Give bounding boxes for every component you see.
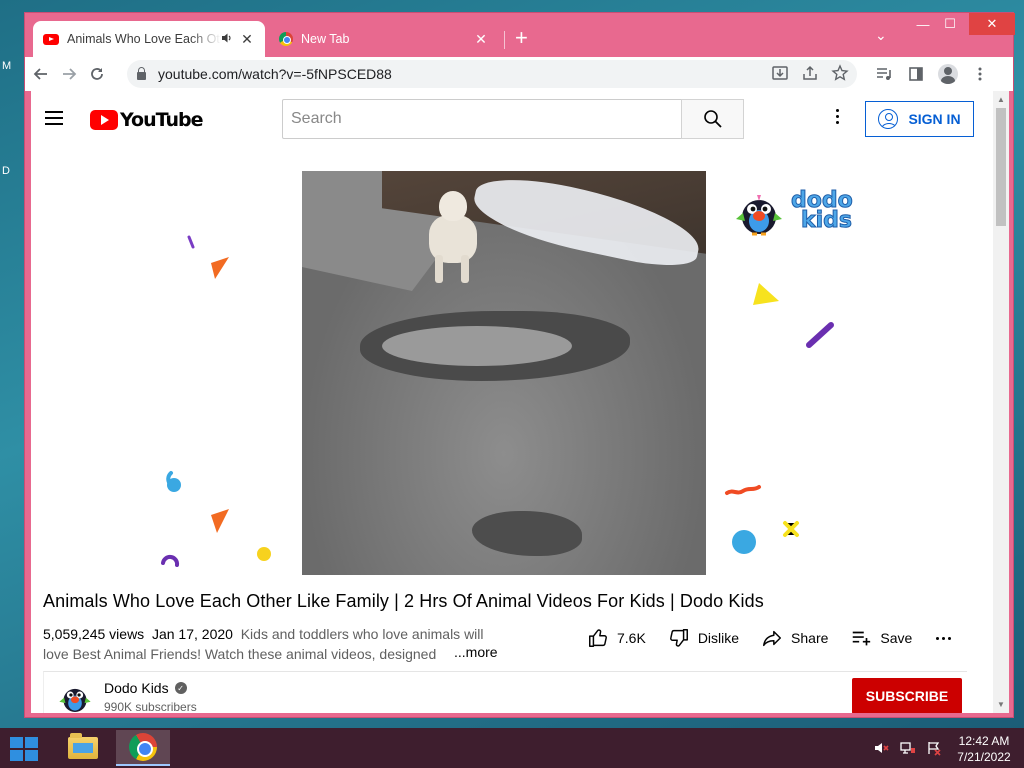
file-explorer-taskbar-button[interactable] — [56, 730, 110, 766]
subscriber-count: 990K subscribers — [104, 700, 197, 713]
browser-menu-icon[interactable] — [966, 60, 994, 88]
tab-close-icon[interactable]: ✕ — [239, 31, 255, 48]
youtube-play-icon — [90, 110, 118, 130]
taskbar: 12:42 AM 7/21/2022 — [0, 728, 1024, 768]
scroll-down-icon[interactable]: ▼ — [997, 700, 1005, 709]
view-count: 5,059,245 views — [43, 626, 145, 642]
like-button[interactable]: 7.6K — [587, 627, 646, 649]
address-bar[interactable]: youtube.com/watch?v=-5fNPSCED88 — [127, 60, 857, 88]
forward-button[interactable] — [55, 60, 83, 88]
youtube-logo-text: YouTube — [120, 109, 203, 131]
browser-window: Animals Who Love Each Other Like Family … — [24, 12, 1015, 718]
upload-date: Jan 17, 2020 — [151, 626, 233, 642]
dodo-kids-watermark: dodo kids — [731, 179, 859, 241]
tab-separator — [504, 31, 505, 49]
browser-toolbar: youtube.com/watch?v=-5fNPSCED88 — [25, 57, 1013, 91]
new-tab-button[interactable]: + — [515, 25, 528, 51]
share-arrow-icon — [763, 630, 782, 647]
dislike-label: Dislike — [697, 630, 740, 646]
youtube-header: YouTube Search SIGN IN — [31, 91, 993, 147]
dodo-kids-wordmark: dodo kids — [791, 188, 854, 233]
dodo-bird-icon — [736, 195, 782, 236]
tab-title: New Tab — [301, 32, 350, 46]
tab-search-icon[interactable]: ⌄ — [875, 27, 887, 44]
goat-figure — [427, 185, 479, 285]
tab-title: Animals Who Love Each Other Like Family … — [67, 32, 221, 46]
search-icon — [703, 110, 722, 128]
folder-icon — [68, 733, 98, 759]
clock-date: 7/21/2022 — [957, 750, 1011, 764]
chrome-favicon-icon — [279, 32, 293, 46]
channel-name[interactable]: Dodo Kids ✓ — [104, 680, 187, 696]
share-button[interactable]: Share — [761, 627, 828, 649]
side-panel-icon[interactable] — [902, 60, 930, 88]
video-player[interactable]: dodo kids — [145, 171, 863, 575]
youtube-logo[interactable]: YouTube — [90, 109, 203, 131]
lock-icon[interactable] — [137, 66, 146, 80]
clock-time: 12:42 AM — [958, 734, 1010, 748]
close-window-button[interactable]: ✕ — [969, 13, 1015, 35]
save-label: Save — [880, 630, 913, 646]
tab-youtube[interactable]: Animals Who Love Each Other Like Family … — [33, 21, 265, 57]
system-clock[interactable]: 12:42 AM 7/21/2022 — [946, 733, 1022, 765]
youtube-favicon-icon — [43, 33, 59, 45]
thumbs-up-icon — [589, 629, 607, 647]
page-viewport: YouTube Search SIGN IN dodo kids Animals… — [31, 91, 1009, 713]
video-actions: 7.6K Dislike Share Save — [587, 627, 952, 649]
install-icon[interactable] — [769, 62, 791, 87]
show-more-link[interactable]: ...more — [444, 644, 498, 660]
video-title: Animals Who Love Each Other Like Family … — [43, 591, 764, 611]
sign-in-label: SIGN IN — [908, 111, 961, 127]
tab-close-icon[interactable]: ✕ — [473, 31, 489, 48]
maximize-button[interactable]: ☐ — [937, 13, 963, 35]
video-description[interactable]: 5,059,245 views Jan 17, 2020 Kids and to… — [43, 624, 503, 664]
media-control-icon[interactable] — [870, 60, 898, 88]
like-count: 7.6K — [617, 630, 646, 646]
page-scrollbar[interactable]: ▲ ▼ — [993, 91, 1009, 713]
video-frame[interactable] — [302, 171, 706, 575]
verified-check-icon: ✓ — [174, 682, 187, 694]
speaker-icon[interactable] — [221, 32, 239, 47]
tab-strip: Animals Who Love Each Other Like Family … — [25, 13, 1015, 57]
sign-in-button[interactable]: SIGN IN — [865, 101, 974, 137]
channel-avatar[interactable] — [58, 680, 92, 713]
profile-icon[interactable] — [934, 60, 962, 88]
desktop-label: M — [2, 60, 12, 72]
network-icon[interactable] — [900, 740, 916, 759]
tab-new-tab[interactable]: New Tab ✕ — [269, 21, 499, 57]
search-button[interactable] — [681, 99, 744, 139]
account-icon — [878, 109, 899, 129]
system-tray — [874, 740, 942, 759]
settings-menu-icon[interactable] — [831, 109, 843, 129]
chrome-taskbar-button[interactable] — [116, 730, 170, 766]
dislike-button[interactable]: Dislike — [668, 627, 739, 649]
scroll-up-icon[interactable]: ▲ — [997, 95, 1005, 104]
volume-muted-icon[interactable] — [874, 740, 890, 759]
thumbs-down-icon — [669, 629, 688, 647]
action-center-icon[interactable] — [926, 740, 942, 759]
back-button[interactable] — [27, 60, 55, 88]
scroll-thumb[interactable] — [996, 108, 1006, 226]
share-label: Share — [791, 630, 829, 646]
url-text: youtube.com/watch?v=-5fNPSCED88 — [158, 66, 392, 82]
subscribe-button[interactable]: SUBSCRIBE — [852, 678, 962, 713]
channel-row: Dodo Kids ✓ 990K subscribers SUBSCRIBE — [43, 671, 967, 713]
reload-button[interactable] — [83, 60, 111, 88]
windows-start-icon[interactable] — [10, 737, 38, 761]
bookmark-star-icon[interactable] — [829, 62, 851, 87]
save-button[interactable]: Save — [850, 627, 912, 649]
share-page-icon[interactable] — [799, 62, 821, 87]
desktop-label: D — [2, 165, 10, 177]
search-input[interactable]: Search — [282, 99, 682, 139]
chrome-icon — [129, 733, 157, 761]
more-actions-icon[interactable] — [936, 636, 952, 640]
playlist-add-icon — [853, 631, 871, 646]
menu-icon[interactable] — [45, 111, 63, 125]
